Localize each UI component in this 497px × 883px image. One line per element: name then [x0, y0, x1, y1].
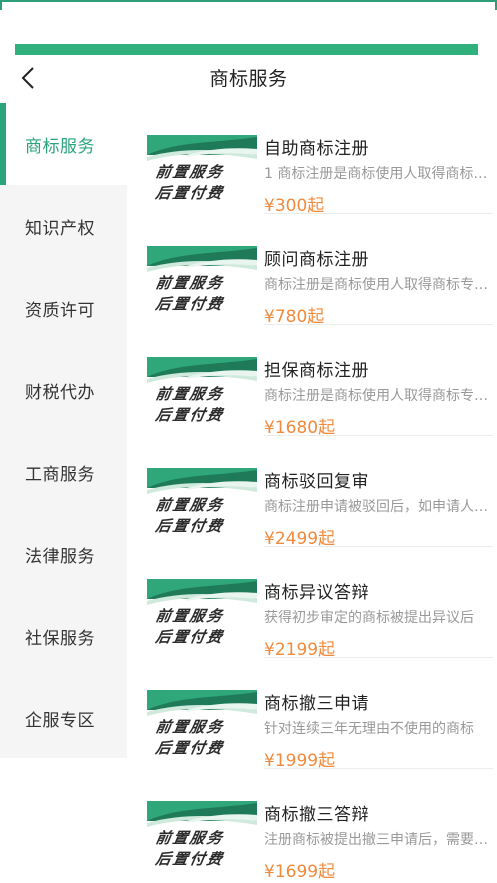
service-card[interactable]: 前置服务 后置付费 顾问商标注册 商标注册是商标使用人取得商标专用权的前提 ¥7…: [127, 214, 497, 327]
thumb-line2: 后置付费: [154, 184, 226, 202]
service-desc: 商标注册是商标使用人取得商标专用权的前提: [264, 388, 492, 404]
thumb-line1: 前置服务: [154, 163, 226, 181]
thumb-line2: 后置付费: [154, 295, 226, 313]
sidebar-item-label: 社保服务: [25, 628, 95, 649]
service-desc: 针对连续三年无理由不使用的商标: [264, 721, 474, 737]
service-title: 担保商标注册: [264, 361, 369, 381]
service-thumbnail: 前置服务 后置付费: [147, 579, 257, 651]
service-title: 商标撤三答辩: [264, 805, 369, 825]
service-title: 顾问商标注册: [264, 250, 369, 270]
service-desc: 注册商标被提出撤三申请后，需要提交使用证据: [264, 832, 492, 848]
thumb-line1: 前置服务: [154, 829, 226, 847]
service-title: 自助商标注册: [264, 139, 369, 159]
sidebar-item-label: 商标服务: [25, 136, 95, 157]
service-card[interactable]: 前置服务 后置付费 自助商标注册 1 商标注册是商标使用人取得商标专用权的前提 …: [127, 103, 497, 216]
service-desc: 商标注册申请被驳回后，如申请人不服: [264, 499, 492, 515]
sidebar-item-tax[interactable]: 财税代办: [0, 349, 127, 431]
sidebar-item-ip[interactable]: 知识产权: [0, 185, 127, 267]
sidebar-item-business[interactable]: 工商服务: [0, 431, 127, 513]
page-title: 商标服务: [209, 68, 288, 90]
sidebar-item-label: 工商服务: [25, 464, 95, 485]
service-thumbnail: 前置服务 后置付费: [147, 135, 257, 207]
sidebar-item-label: 财税代办: [25, 382, 95, 403]
service-card[interactable]: 前置服务 后置付费 商标撤三申请 针对连续三年无理由不使用的商标 ¥1999起: [127, 658, 497, 771]
sidebar-item-label: 知识产权: [25, 218, 95, 239]
service-card[interactable]: 前置服务 后置付费 担保商标注册 商标注册是商标使用人取得商标专用权的前提 ¥1…: [127, 325, 497, 438]
service-thumbnail: 前置服务 后置付费: [147, 690, 257, 762]
thumb-line2: 后置付费: [154, 628, 226, 646]
navigation-bar: 商标服务: [0, 58, 497, 98]
thumb-line1: 前置服务: [154, 496, 226, 514]
service-card[interactable]: 前置服务 后置付费 商标异议答辩 获得初步审定的商标被提出异议后 ¥2199起: [127, 547, 497, 660]
sidebar-item-trademark[interactable]: 商标服务: [0, 103, 127, 185]
service-thumbnail: 前置服务 后置付费: [147, 468, 257, 540]
service-title: 商标驳回复审: [264, 472, 369, 492]
thumb-line1: 前置服务: [154, 274, 226, 292]
thumb-line2: 后置付费: [154, 517, 226, 535]
service-title: 商标异议答辩: [264, 583, 369, 603]
sidebar-item-label: 企服专区: [25, 710, 95, 731]
category-sidebar: 商标服务 知识产权 资质许可 财税代办 工商服务 法律服务 社保服务 企服专区: [0, 103, 127, 758]
top-border: [0, 0, 497, 2]
sidebar-item-qualification[interactable]: 资质许可: [0, 267, 127, 349]
sidebar-item-enterprise[interactable]: 企服专区: [0, 677, 127, 759]
sidebar-item-label: 法律服务: [25, 546, 95, 567]
left-border: [0, 0, 2, 10]
service-price: ¥1699起: [264, 862, 336, 882]
thumb-line2: 后置付费: [154, 406, 226, 424]
header-banner-bar: [15, 44, 478, 55]
service-desc: 获得初步审定的商标被提出异议后: [264, 610, 474, 626]
service-thumbnail: 前置服务 后置付费: [147, 246, 257, 318]
service-thumbnail: 前置服务 后置付费: [147, 357, 257, 429]
service-title: 商标撤三申请: [264, 694, 369, 714]
service-desc: 商标注册是商标使用人取得商标专用权的前提: [264, 277, 492, 293]
thumb-line1: 前置服务: [154, 607, 226, 625]
service-card[interactable]: 前置服务 后置付费 商标驳回复审 商标注册申请被驳回后，如申请人不服 ¥2499…: [127, 436, 497, 549]
service-thumbnail: 前置服务 后置付费: [147, 801, 257, 873]
thumb-line1: 前置服务: [154, 718, 226, 736]
thumb-line2: 后置付费: [154, 850, 226, 868]
active-indicator: [0, 103, 6, 185]
sidebar-item-legal[interactable]: 法律服务: [0, 513, 127, 595]
sidebar-item-label: 资质许可: [25, 300, 95, 321]
service-desc: 1 商标注册是商标使用人取得商标专用权的前提: [264, 166, 492, 182]
thumb-line1: 前置服务: [154, 385, 226, 403]
service-card[interactable]: 前置服务 后置付费 商标撤三答辩 注册商标被提出撤三申请后，需要提交使用证据 ¥…: [127, 769, 497, 882]
sidebar-item-social-security[interactable]: 社保服务: [0, 595, 127, 677]
thumb-line2: 后置付费: [154, 739, 226, 757]
